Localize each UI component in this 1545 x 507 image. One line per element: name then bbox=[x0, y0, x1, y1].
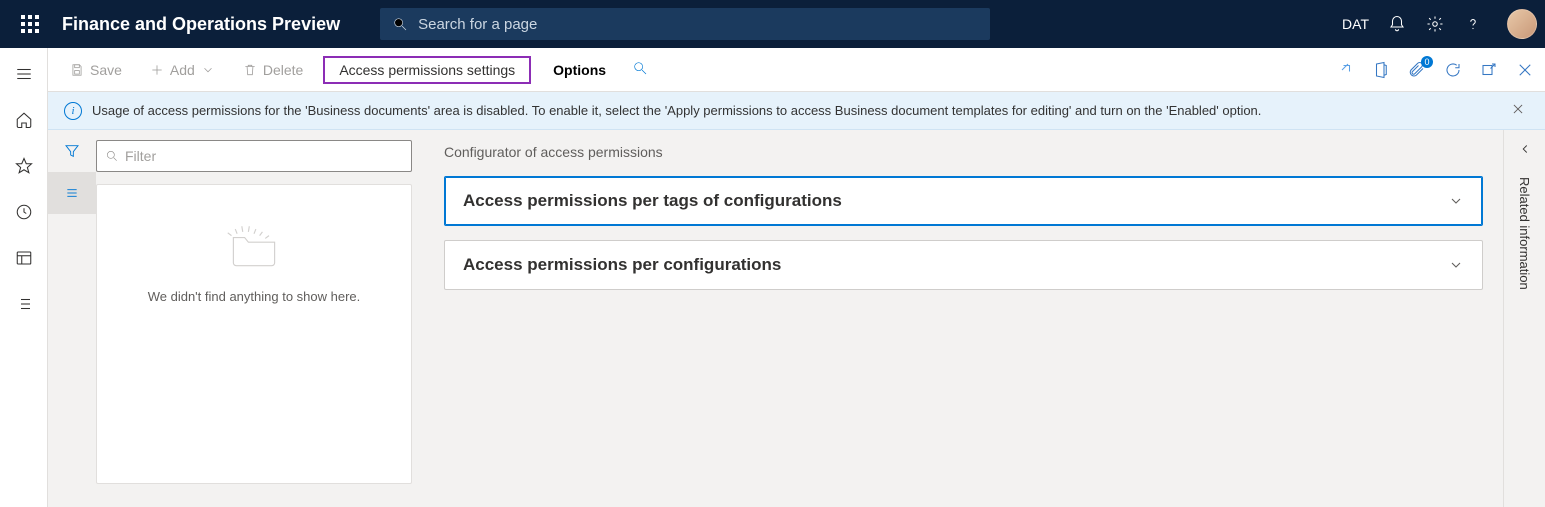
settings-icon[interactable] bbox=[1425, 14, 1445, 34]
office-icon[interactable] bbox=[1371, 60, 1391, 80]
add-label: Add bbox=[170, 62, 195, 78]
nav-recent-icon[interactable] bbox=[8, 196, 40, 228]
empty-folder-icon bbox=[224, 215, 284, 275]
right-rail: Related information bbox=[1503, 130, 1545, 507]
detail-pane: Configurator of access permissions Acces… bbox=[418, 130, 1503, 507]
related-information-label[interactable]: Related information bbox=[1517, 177, 1532, 290]
info-bar: i Usage of access permissions for the 'B… bbox=[48, 92, 1545, 130]
expand-rail-icon[interactable] bbox=[1518, 142, 1532, 159]
options-tab[interactable]: Options bbox=[539, 56, 620, 84]
section-configurations[interactable]: Access permissions per configurations bbox=[444, 240, 1483, 290]
empty-state: We didn't find anything to show here. bbox=[96, 184, 412, 484]
add-button[interactable]: Add bbox=[138, 56, 227, 84]
section-configurations-label: Access permissions per configurations bbox=[463, 255, 781, 275]
info-icon: i bbox=[64, 102, 82, 120]
access-permissions-settings-tab[interactable]: Access permissions settings bbox=[323, 56, 531, 84]
section-tags-configurations[interactable]: Access permissions per tags of configura… bbox=[444, 176, 1483, 226]
chevron-down-icon bbox=[201, 63, 215, 77]
filter-icon[interactable] bbox=[48, 130, 96, 172]
detail-title: Configurator of access permissions bbox=[444, 144, 1483, 160]
save-button[interactable]: Save bbox=[58, 56, 134, 84]
chevron-down-icon bbox=[1448, 193, 1464, 209]
nav-menu-icon[interactable] bbox=[8, 58, 40, 90]
notifications-icon[interactable] bbox=[1387, 14, 1407, 34]
app-launcher-icon[interactable] bbox=[14, 8, 46, 40]
delete-button[interactable]: Delete bbox=[231, 56, 315, 84]
list-mini-nav bbox=[48, 130, 96, 507]
nav-workspaces-icon[interactable] bbox=[8, 242, 40, 274]
delete-label: Delete bbox=[263, 62, 303, 78]
command-bar: Save Add Delete Access permissions setti… bbox=[48, 48, 1545, 92]
chevron-down-icon bbox=[1448, 257, 1464, 273]
nav-favorites-icon[interactable] bbox=[8, 150, 40, 182]
left-nav-rail bbox=[0, 48, 48, 507]
list-pane: We didn't find anything to show here. bbox=[48, 130, 418, 507]
attachments-badge: 0 bbox=[1421, 56, 1433, 68]
save-label: Save bbox=[90, 62, 122, 78]
attachments-icon[interactable]: 0 bbox=[1407, 60, 1427, 80]
popout-icon[interactable] bbox=[1479, 60, 1499, 80]
access-permissions-settings-label: Access permissions settings bbox=[339, 62, 515, 78]
user-avatar[interactable] bbox=[1507, 9, 1537, 39]
close-page-icon[interactable] bbox=[1515, 60, 1535, 80]
command-bar-right: 0 bbox=[1335, 60, 1535, 80]
search-icon bbox=[392, 16, 408, 32]
empty-state-text: We didn't find anything to show here. bbox=[148, 289, 361, 304]
options-label: Options bbox=[553, 62, 606, 78]
environment-badge[interactable]: DAT bbox=[1342, 16, 1369, 32]
nav-modules-icon[interactable] bbox=[8, 288, 40, 320]
plus-icon bbox=[150, 63, 164, 77]
app-title: Finance and Operations Preview bbox=[62, 14, 340, 35]
help-icon[interactable] bbox=[1463, 14, 1483, 34]
topbar: Finance and Operations Preview DAT bbox=[0, 0, 1545, 48]
global-search-input[interactable] bbox=[418, 16, 978, 33]
section-tags-label: Access permissions per tags of configura… bbox=[463, 191, 842, 211]
filter-input[interactable] bbox=[125, 148, 403, 164]
info-message: Usage of access permissions for the 'Bus… bbox=[92, 103, 1497, 118]
global-search[interactable] bbox=[380, 8, 990, 40]
filter-field[interactable] bbox=[96, 140, 412, 172]
list-view-icon[interactable] bbox=[48, 172, 96, 214]
info-close-icon[interactable] bbox=[1507, 98, 1529, 123]
link-icon[interactable] bbox=[1335, 60, 1355, 80]
refresh-icon[interactable] bbox=[1443, 60, 1463, 80]
trash-icon bbox=[243, 63, 257, 77]
save-icon bbox=[70, 63, 84, 77]
nav-home-icon[interactable] bbox=[8, 104, 40, 136]
page-search-icon[interactable] bbox=[624, 54, 656, 85]
topbar-actions: DAT bbox=[1342, 9, 1537, 39]
search-icon bbox=[105, 149, 119, 163]
